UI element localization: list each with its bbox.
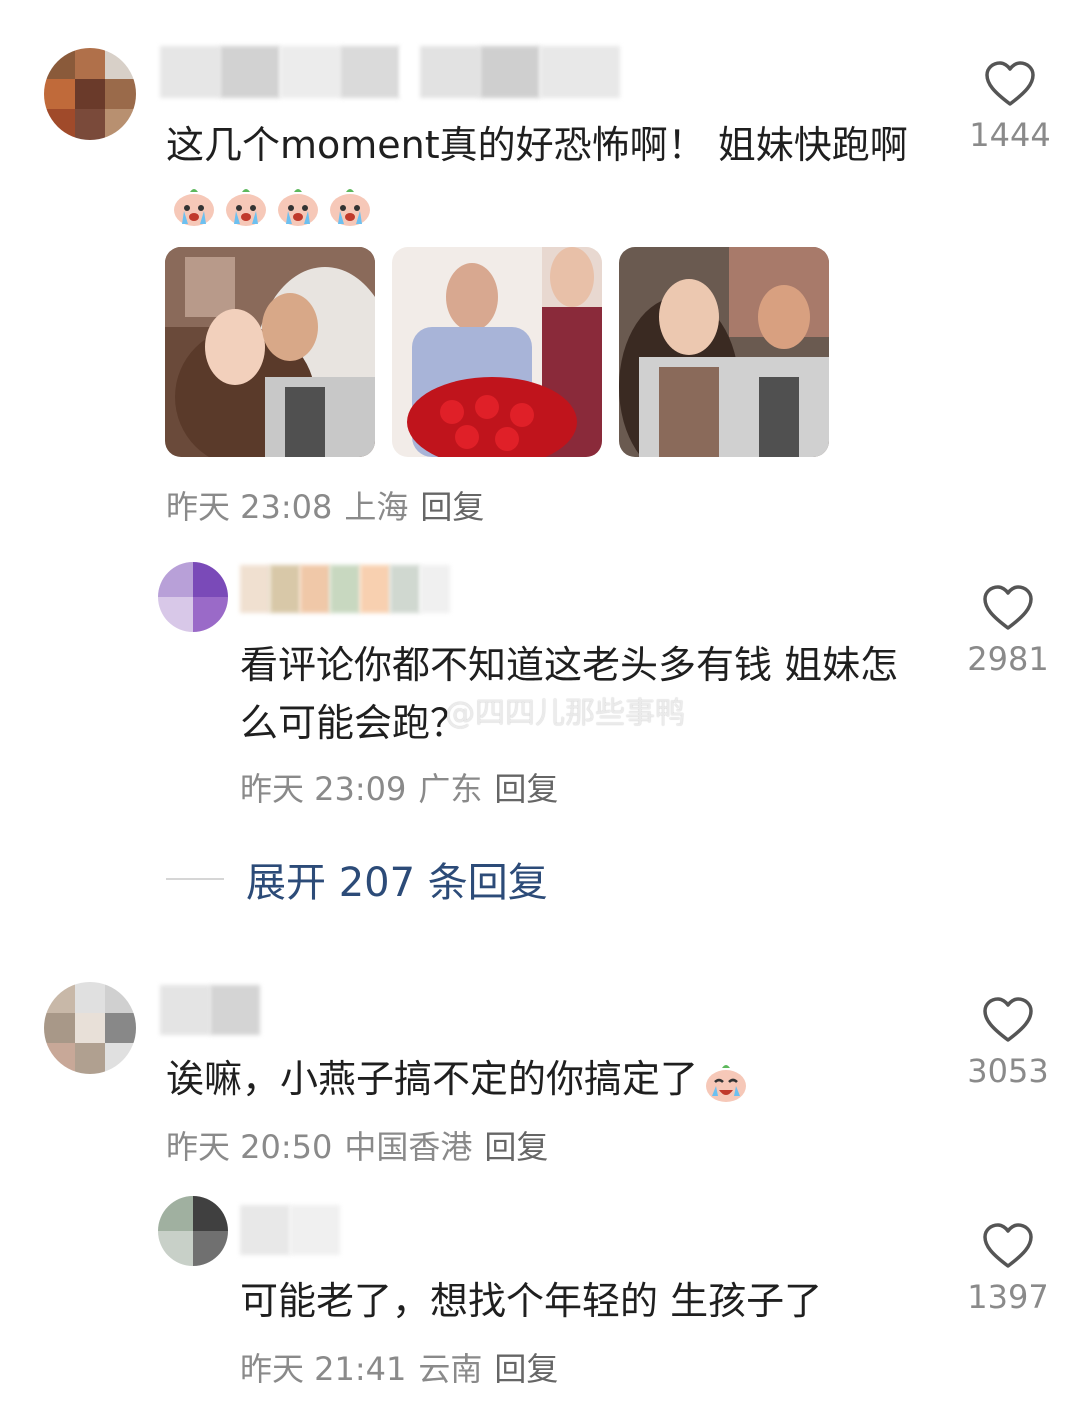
reply-button[interactable]: 回复 bbox=[484, 1122, 548, 1168]
comment-photo-2[interactable] bbox=[392, 247, 602, 457]
username-blurred[interactable] bbox=[160, 985, 260, 1035]
crying-emoji-icon bbox=[222, 184, 270, 228]
avatar[interactable] bbox=[158, 1196, 228, 1266]
reply-button[interactable]: 回复 bbox=[494, 1344, 558, 1390]
comment-photo-1[interactable] bbox=[165, 247, 375, 457]
reply-button[interactable]: 回复 bbox=[420, 482, 484, 528]
expand-replies-button[interactable]: 展开 207 条回复 bbox=[166, 850, 548, 908]
username-blurred[interactable] bbox=[240, 565, 450, 613]
comment-location: 上海 bbox=[344, 488, 409, 526]
comment-meta: 昨天 23:08 上海 回复 bbox=[166, 482, 484, 528]
comment-time: 昨天 23:09 bbox=[240, 770, 407, 808]
username-blurred[interactable] bbox=[160, 46, 620, 98]
like-button[interactable]: 1397 bbox=[953, 1222, 1063, 1316]
avatar[interactable] bbox=[44, 982, 136, 1074]
heart-icon bbox=[985, 61, 1035, 106]
like-count: 1397 bbox=[967, 1278, 1049, 1316]
like-button[interactable]: 1444 bbox=[955, 60, 1065, 154]
comment-text: 可能老了，想找个年轻的 生孩子了 bbox=[240, 1279, 823, 1323]
comment-location: 云南 bbox=[418, 1350, 483, 1388]
like-count: 1444 bbox=[969, 116, 1051, 154]
heart-icon bbox=[983, 1223, 1033, 1268]
like-button[interactable]: 2981 bbox=[953, 584, 1063, 678]
avatar[interactable] bbox=[158, 562, 228, 632]
comment-time: 昨天 23:08 bbox=[166, 488, 333, 526]
divider bbox=[166, 878, 224, 880]
comment-meta: 昨天 21:41 云南 回复 bbox=[240, 1344, 558, 1390]
like-button[interactable]: 3053 bbox=[953, 996, 1063, 1090]
crying-emoji-icon bbox=[326, 184, 374, 228]
heart-icon bbox=[983, 997, 1033, 1042]
comment-time: 昨天 21:41 bbox=[240, 1350, 407, 1388]
heart-icon bbox=[983, 585, 1033, 630]
comment-text: 这几个moment真的好恐怖啊！ 姐妹快跑啊 bbox=[166, 116, 946, 232]
username-blurred[interactable] bbox=[240, 1205, 340, 1255]
comment-time: 昨天 20:50 bbox=[166, 1128, 333, 1166]
like-count: 2981 bbox=[967, 640, 1049, 678]
comment-location: 广东 bbox=[418, 770, 483, 808]
crying-emoji-icon bbox=[170, 184, 218, 228]
watermark: @四四儿那些事鸭 bbox=[445, 696, 685, 731]
avatar[interactable] bbox=[44, 48, 136, 140]
comment-photo-3[interactable] bbox=[619, 247, 829, 457]
comment-meta: 昨天 20:50 中国香港 回复 bbox=[166, 1122, 548, 1168]
laughing-crying-emoji-icon bbox=[702, 1060, 750, 1104]
comment-location: 中国香港 bbox=[344, 1128, 473, 1166]
reply-button[interactable]: 回复 bbox=[494, 764, 558, 810]
like-count: 3053 bbox=[967, 1052, 1049, 1090]
expand-replies-label: 展开 207 条回复 bbox=[246, 860, 548, 906]
comment-meta: 昨天 23:09 广东 回复 bbox=[240, 764, 558, 810]
comment-text: 诶嘛，小燕子搞不定的你搞定了 bbox=[166, 1050, 926, 1108]
crying-emoji-icon bbox=[274, 184, 322, 228]
